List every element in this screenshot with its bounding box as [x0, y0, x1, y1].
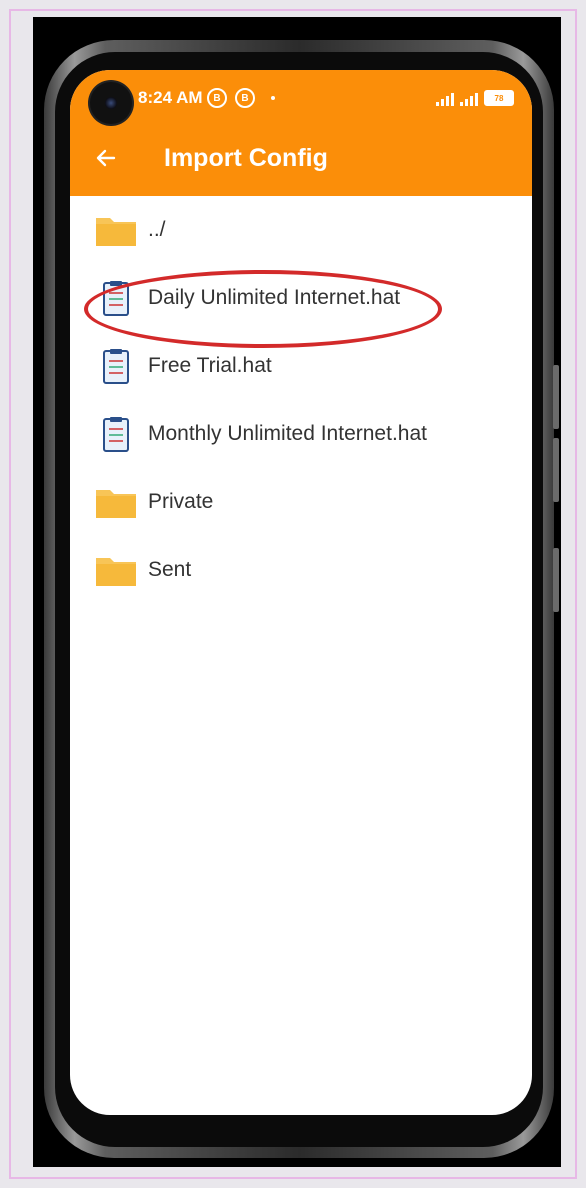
folder-icon [96, 490, 136, 518]
clipboard-file-icon [103, 417, 129, 452]
battery-icon: 78 [484, 90, 514, 106]
phone-screen: 8:24 AM B B 78 Import Config ../ Daily U… [70, 70, 532, 1115]
list-item-label: Monthly Unlimited Internet.hat [148, 422, 427, 445]
list-item-label: ../ [148, 218, 166, 241]
list-item-file[interactable]: Daily Unlimited Internet.hat [70, 264, 532, 332]
power-button [553, 548, 559, 612]
status-notification-icons: B B [207, 88, 275, 108]
list-item-folder[interactable]: Sent [70, 536, 532, 604]
clipboard-file-icon [103, 281, 129, 316]
clipboard-file-icon [103, 349, 129, 384]
volume-down-button [553, 438, 559, 502]
notification-dot-icon [271, 96, 275, 100]
list-item-file[interactable]: Free Trial.hat [70, 332, 532, 400]
status-time: 8:24 AM [138, 88, 203, 107]
signal-icon [436, 93, 454, 106]
status-system-icons: 78 [436, 90, 514, 106]
list-item-label: Private [148, 490, 214, 513]
folder-icon [96, 218, 136, 246]
notification-b-icon: B [207, 88, 227, 108]
list-item-label: Daily Unlimited Internet.hat [148, 286, 401, 309]
app-header: 8:24 AM B B 78 Import Config [70, 70, 532, 196]
signal-icon [460, 93, 478, 106]
list-item-parent-directory[interactable]: ../ [70, 196, 532, 264]
file-list: ../ Daily Unlimited Internet.hat Free Tr… [70, 196, 532, 604]
volume-up-button [553, 365, 559, 429]
list-item-folder[interactable]: Private [70, 468, 532, 536]
list-item-file[interactable]: Monthly Unlimited Internet.hat [70, 400, 532, 468]
front-camera [90, 82, 132, 124]
back-arrow-icon[interactable] [94, 146, 118, 170]
list-item-label: Sent [148, 558, 192, 581]
list-item-label: Free Trial.hat [148, 354, 272, 377]
notification-b-icon: B [235, 88, 255, 108]
page-title: Import Config [164, 144, 328, 172]
folder-icon [96, 558, 136, 586]
